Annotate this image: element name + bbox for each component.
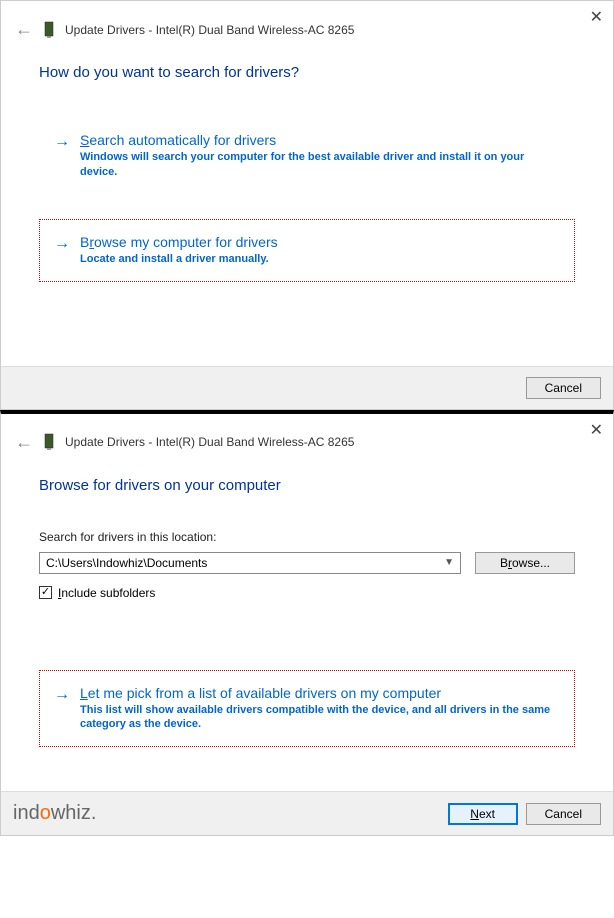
location-value: C:\Users\Indowhiz\Documents bbox=[46, 556, 444, 570]
back-arrow-icon[interactable]: ← bbox=[15, 19, 33, 40]
option-desc: Locate and install a driver manually. bbox=[80, 252, 560, 267]
option-title: Let me pick from a list of available dri… bbox=[80, 685, 560, 701]
page-heading: How do you want to search for drivers? bbox=[39, 64, 575, 81]
dialog-title: Update Drivers - Intel(R) Dual Band Wire… bbox=[65, 435, 354, 449]
option-browse-computer[interactable]: → Browse my computer for drivers Locate … bbox=[39, 219, 575, 282]
close-icon[interactable]: ✕ bbox=[590, 420, 603, 440]
option-title: Search automatically for drivers bbox=[80, 132, 560, 148]
close-icon[interactable]: ✕ bbox=[590, 7, 603, 27]
cancel-button[interactable]: Cancel bbox=[526, 803, 601, 825]
arrow-right-icon: → bbox=[54, 235, 70, 253]
option-title: Browse my computer for drivers bbox=[80, 234, 560, 250]
dialog-browse-drivers: ✕ ← Update Drivers - Intel(R) Dual Band … bbox=[0, 410, 614, 837]
dialog-header: ← Update Drivers - Intel(R) Dual Band Wi… bbox=[1, 1, 613, 40]
option-desc: This list will show available drivers co… bbox=[80, 703, 560, 733]
dialog-footer: Cancel bbox=[1, 366, 613, 409]
page-heading: Browse for drivers on your computer bbox=[39, 477, 575, 494]
back-arrow-icon[interactable]: ← bbox=[15, 432, 33, 453]
arrow-right-icon: → bbox=[54, 133, 70, 151]
include-subfolders-label: Include subfolders bbox=[58, 586, 155, 600]
device-icon bbox=[43, 21, 55, 39]
location-combobox[interactable]: C:\Users\Indowhiz\Documents ▼ bbox=[39, 552, 461, 574]
include-subfolders-row[interactable]: ✓ Include subfolders bbox=[39, 586, 575, 600]
chevron-down-icon[interactable]: ▼ bbox=[444, 557, 454, 568]
dialog-driver-search: ✕ ← Update Drivers - Intel(R) Dual Band … bbox=[0, 0, 614, 410]
checkbox-icon[interactable]: ✓ bbox=[39, 586, 52, 599]
dialog-footer: indowhiz. Next Cancel bbox=[1, 791, 613, 835]
option-desc: Windows will search your computer for th… bbox=[80, 150, 560, 180]
arrow-right-icon: → bbox=[54, 686, 70, 704]
location-label: Search for drivers in this location: bbox=[39, 530, 575, 544]
dialog-title: Update Drivers - Intel(R) Dual Band Wire… bbox=[65, 23, 354, 37]
browse-button[interactable]: Browse... bbox=[475, 552, 575, 574]
option-pick-from-list[interactable]: → Let me pick from a list of available d… bbox=[39, 670, 575, 748]
next-button[interactable]: Next bbox=[448, 803, 518, 825]
watermark-logo: indowhiz. bbox=[13, 802, 96, 825]
option-search-automatically[interactable]: → Search automatically for drivers Windo… bbox=[39, 117, 575, 195]
dialog-header: ← Update Drivers - Intel(R) Dual Band Wi… bbox=[1, 414, 613, 453]
device-icon bbox=[43, 433, 55, 451]
cancel-button[interactable]: Cancel bbox=[526, 377, 601, 399]
